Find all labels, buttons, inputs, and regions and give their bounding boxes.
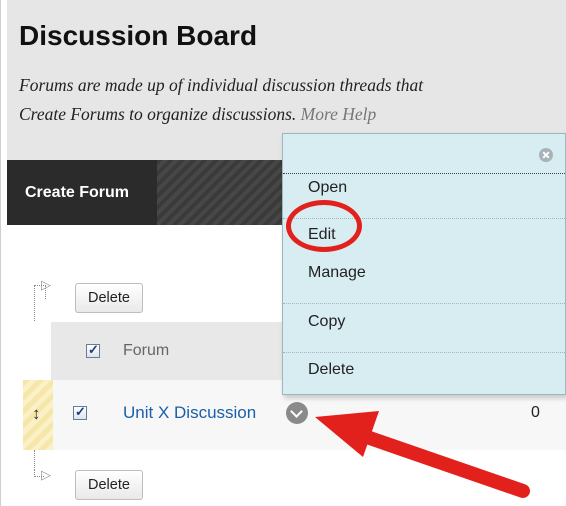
tree-line-bottom <box>34 450 35 470</box>
more-help-link[interactable]: More Help <box>301 104 377 124</box>
page-description-line-1: Forums are made up of individual discuss… <box>19 75 424 95</box>
context-menu: Open Edit Manage Copy Delete <box>282 133 566 395</box>
tree-line-top <box>34 285 35 321</box>
menu-item-copy[interactable]: Copy <box>283 309 565 353</box>
drag-handle-icon: ↕ <box>32 404 41 423</box>
create-forum-button[interactable]: Create Forum <box>7 160 157 225</box>
action-bar-pattern <box>157 160 287 225</box>
column-header-forum[interactable]: Forum <box>123 342 169 360</box>
select-all-checkbox[interactable] <box>86 342 100 358</box>
row-checkbox[interactable] <box>73 404 87 420</box>
menu-item-manage[interactable]: Manage <box>283 260 565 304</box>
page-title: Discussion Board <box>19 20 258 51</box>
edit-highlight-circle <box>286 200 362 252</box>
page-description-text: Create Forums to organize discussions. <box>19 104 297 124</box>
page-description-line-2: Create Forums to organize discussions. M… <box>19 104 376 125</box>
page: Discussion Board Forums are made up of i… <box>0 0 566 506</box>
drag-handle[interactable]: ↕ <box>23 380 53 450</box>
forum-link[interactable]: Unit X Discussion <box>123 403 256 423</box>
delete-button-bottom[interactable]: Delete <box>75 470 143 500</box>
context-menu-header <box>283 134 565 174</box>
tree-connector-bottom <box>34 469 44 477</box>
close-icon[interactable] <box>539 148 553 162</box>
delete-button-top[interactable]: Delete <box>75 283 143 313</box>
tree-arrow-icon: ▷ <box>41 277 51 292</box>
pointer-arrow-icon <box>315 411 530 498</box>
